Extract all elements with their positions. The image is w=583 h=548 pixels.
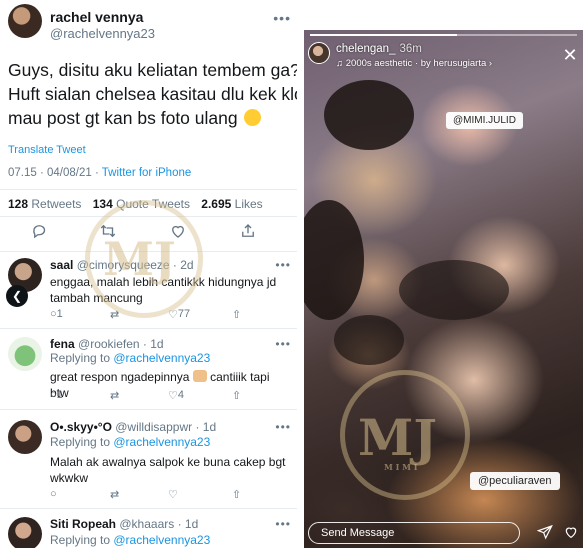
reply-avatar[interactable] <box>8 337 42 371</box>
replying-to: Replying to @rachelvennya23 <box>50 435 211 449</box>
heart-icon[interactable] <box>562 524 580 542</box>
share-icon[interactable]: ⇧ <box>232 488 241 501</box>
tweet-header: rachel vennya @rachelvennya23 ••• <box>8 4 293 44</box>
tweet-panel: rachel vennya @rachelvennya23 ••• Guys, … <box>0 0 297 548</box>
retweet-icon[interactable]: ⇄ <box>110 389 119 402</box>
watermark-letters: MJ <box>358 408 438 467</box>
watermark-subtext: M I M I <box>384 462 418 472</box>
reply-item[interactable]: O•.skyy•°O @willdisappwr · 1d ••• Replyi… <box>0 410 297 508</box>
replying-to-link[interactable]: @rachelvennya23 <box>113 435 210 449</box>
tweet-text-line: Huft sialan chelsea kasitau dlu kek klo <box>8 84 297 104</box>
replying-to-link[interactable]: @rachelvennya23 <box>113 351 210 365</box>
replying-to: Replying to @rachelvennya23 <box>50 351 211 365</box>
replying-to: Replying to @rachelvennya23 <box>50 533 211 547</box>
author-handle[interactable]: @rachelvennya23 <box>50 26 155 41</box>
previous-arrow-icon[interactable]: ❮ <box>6 285 28 307</box>
story-progress-bar <box>310 34 577 36</box>
author-avatar[interactable] <box>8 4 42 38</box>
more-icon[interactable]: ••• <box>273 10 291 26</box>
reply-author[interactable]: fena @rookiefen · 1d <box>50 337 164 351</box>
reply-text: Malah ak awalnya salpok ke buna cakep bg… <box>50 455 286 485</box>
send-message-input[interactable]: Send Message <box>308 522 520 544</box>
story-viewer[interactable]: chelengan_ 36m ♫ 2000s aesthetic · by her… <box>304 30 583 548</box>
divider <box>0 189 297 190</box>
reply-count[interactable]: ○ 1 <box>50 308 63 320</box>
more-icon[interactable]: ••• <box>275 258 291 272</box>
story-mention-tag[interactable]: @peculiaraven <box>470 472 560 490</box>
more-icon[interactable]: ••• <box>275 420 291 434</box>
reply-author[interactable]: Siti Ropeah @khaaars · 1d <box>50 517 198 531</box>
reply-actions: ○ ⇄ ♡ ⇧ <box>50 488 290 504</box>
photo-shape <box>324 80 414 150</box>
reply-avatar[interactable] <box>8 420 42 454</box>
reply-actions: ○ 1 ⇄ ♡ 4 ⇧ <box>50 389 290 405</box>
story-mention-tag[interactable]: @MIMI.JULID <box>446 112 523 129</box>
smile-emoji-icon <box>244 109 262 126</box>
tweet-meta: 07.15 · 04/08/21 · Twitter for iPhone <box>8 167 191 179</box>
retweet-stat[interactable]: 128 Retweets <box>8 197 81 211</box>
reply-item[interactable]: fena @rookiefen · 1d ••• Replying to @ra… <box>0 329 297 409</box>
reply-avatar[interactable] <box>8 517 42 548</box>
story-progress-fill <box>310 34 457 36</box>
more-icon[interactable]: ••• <box>275 517 291 531</box>
author-name[interactable]: rachel vennya <box>50 9 143 25</box>
share-icon[interactable]: ⇧ <box>232 308 241 321</box>
photo-shape <box>304 200 364 320</box>
story-user[interactable]: chelengan_ 36m <box>336 43 422 55</box>
like-count[interactable]: ♡ 4 <box>168 389 184 402</box>
reply-icon[interactable] <box>30 222 50 242</box>
replying-to-link[interactable]: @rachelvennya23 <box>113 533 210 547</box>
retweet-icon[interactable]: ⇄ <box>110 488 119 501</box>
photo-shape <box>399 260 509 320</box>
reply-item[interactable]: Siti Ropeah @khaaars · 1d ••• Replying t… <box>0 509 297 548</box>
share-icon[interactable]: ⇧ <box>232 389 241 402</box>
story-music[interactable]: ♫ 2000s aesthetic · by herusugiarta › <box>336 58 492 69</box>
reply-count[interactable]: ○ 1 <box>50 389 63 401</box>
more-icon[interactable]: ••• <box>275 337 291 351</box>
share-icon[interactable] <box>238 222 258 242</box>
tweet-text: Guys, disitu aku keliatan tembem ga? Huf… <box>8 58 297 130</box>
photo-shape <box>334 315 404 365</box>
like-stat[interactable]: 2.695 Likes <box>201 197 262 211</box>
tweet-source[interactable]: Twitter for iPhone <box>102 167 191 179</box>
translate-link[interactable]: Translate Tweet <box>8 144 86 156</box>
tweet-text-line: Guys, disitu aku keliatan tembem ga? <box>8 60 297 80</box>
reply-author[interactable]: O•.skyy•°O @willdisappwr · 1d <box>50 420 216 434</box>
clap-emoji-icon <box>192 370 207 382</box>
direct-send-icon[interactable] <box>536 524 554 542</box>
reply-icon[interactable]: ○ <box>50 488 57 500</box>
tweet-text-line: mau post gt kan bs foto ulang <box>8 106 292 130</box>
close-icon[interactable]: ✕ <box>561 46 579 64</box>
story-avatar[interactable] <box>308 42 330 64</box>
like-icon[interactable]: ♡ <box>168 488 178 501</box>
tweet-timestamp[interactable]: 07.15 · 04/08/21 · <box>8 167 102 179</box>
watermark-letters: MJ <box>103 232 176 286</box>
